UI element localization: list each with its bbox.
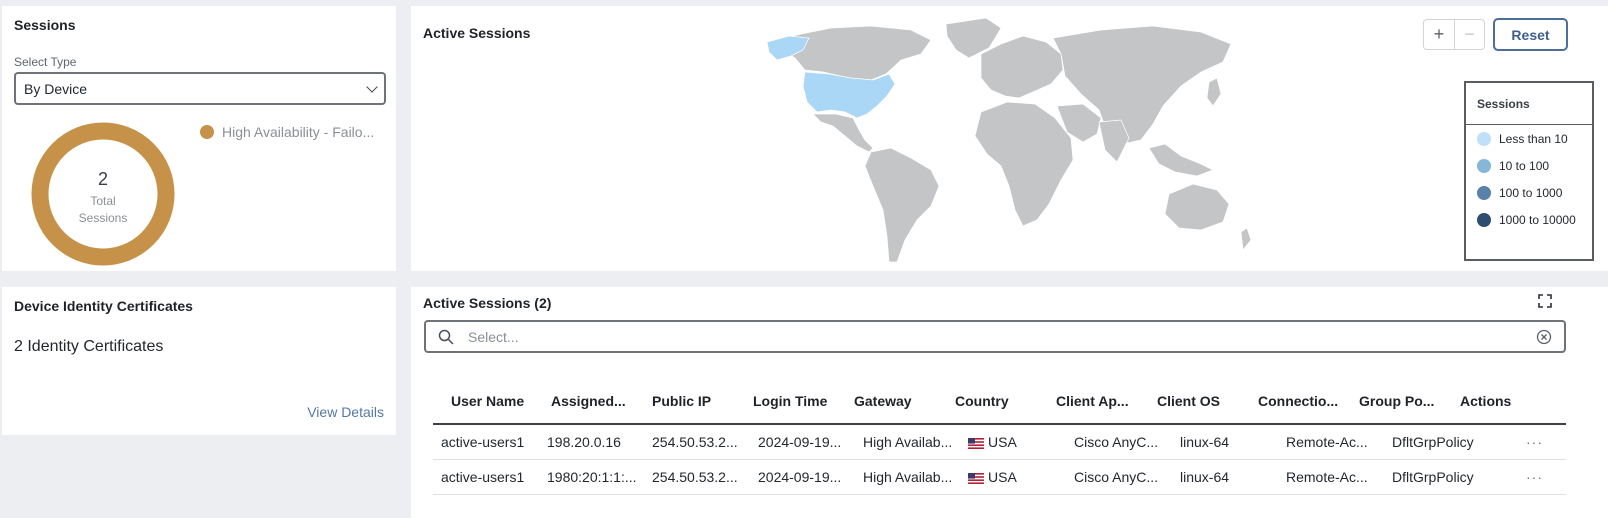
cell-public-ip: 254.50.53.2... bbox=[652, 434, 738, 450]
column-header-group-policy[interactable]: Group Po... bbox=[1341, 393, 1442, 409]
select-type-dropdown[interactable]: By Device bbox=[14, 72, 386, 105]
map-legend-label: 1000 to 10000 bbox=[1499, 212, 1576, 227]
column-header-country[interactable]: Country bbox=[937, 393, 1038, 409]
map-region-new-zealand bbox=[1240, 227, 1252, 251]
table-title: Active Sessions (2) bbox=[423, 295, 552, 311]
map-legend-label: Less than 10 bbox=[1499, 131, 1568, 146]
map-region-south-america bbox=[864, 147, 940, 263]
cell-connection: Remote-Ac... bbox=[1286, 434, 1368, 450]
sessions-donut-chart: 2 Total Sessions bbox=[30, 121, 184, 266]
cell-group-policy: DfltGrpPolicy bbox=[1392, 434, 1474, 450]
sessions-card: Sessions Select Type By Device 2 Total S… bbox=[2, 6, 396, 271]
select-type-label: Select Type bbox=[14, 55, 77, 69]
column-header-assigned[interactable]: Assigned... bbox=[533, 393, 634, 409]
map-region-mexico bbox=[812, 113, 874, 153]
map-legend-item: Less than 10 bbox=[1466, 125, 1592, 152]
search-bar bbox=[424, 320, 1566, 353]
donut-label-line2: Sessions bbox=[79, 211, 128, 225]
donut-legend-item[interactable]: High Availability - Failo... bbox=[200, 124, 374, 140]
country-name: USA bbox=[988, 434, 1017, 450]
column-header-actions: Actions bbox=[1460, 393, 1512, 409]
expand-icon[interactable] bbox=[1538, 294, 1552, 308]
clear-icon[interactable] bbox=[1536, 329, 1552, 345]
map-legend-item: 1000 to 10000 bbox=[1466, 206, 1592, 233]
map-region-australia bbox=[1164, 183, 1230, 231]
column-header-connection[interactable]: Connectio... bbox=[1240, 393, 1341, 409]
cell-client-os: linux-64 bbox=[1180, 434, 1230, 450]
row-actions-menu[interactable]: ··· bbox=[1490, 469, 1566, 485]
cell-assigned: 1980:20:1:1:... bbox=[547, 469, 637, 485]
legend-dot-icon bbox=[1477, 212, 1491, 227]
map-region-europe bbox=[980, 35, 1064, 99]
column-header-client-os[interactable]: Client OS bbox=[1139, 393, 1240, 409]
world-map[interactable] bbox=[761, 14, 1261, 266]
map-region-southeast-asia bbox=[1148, 143, 1214, 177]
cell-user-name: active-users1 bbox=[441, 469, 525, 485]
search-input[interactable] bbox=[468, 328, 1522, 345]
legend-dot-icon bbox=[200, 125, 214, 139]
map-title: Active Sessions bbox=[423, 25, 531, 41]
table-row[interactable]: active-users1 198.20.0.16 254.50.53.2...… bbox=[433, 425, 1566, 460]
active-sessions-table-card: Active Sessions (2) User Name Assigned..… bbox=[411, 287, 1608, 518]
cell-connection: Remote-Ac... bbox=[1286, 469, 1368, 485]
zoom-out-button[interactable]: − bbox=[1454, 20, 1484, 49]
cell-client-os: linux-64 bbox=[1180, 469, 1230, 485]
select-type-value: By Device bbox=[24, 80, 88, 97]
identity-certificates-count: 2 Identity Certificates bbox=[14, 338, 164, 355]
table-row[interactable]: active-users1 1980:20:1:1:... 254.50.53.… bbox=[433, 460, 1566, 495]
column-header-user-name[interactable]: User Name bbox=[433, 393, 533, 409]
sessions-table: User Name Assigned... Public IP Login Ti… bbox=[433, 379, 1566, 495]
active-sessions-map-card: Active Sessions + − Reset Sessions Less … bbox=[411, 6, 1608, 271]
column-header-client-app[interactable]: Client Ap... bbox=[1038, 393, 1139, 409]
map-legend: Sessions Less than 10 10 to 100 100 to 1… bbox=[1464, 81, 1594, 261]
cell-country: USA bbox=[960, 434, 1066, 450]
map-zoom-controls: + − bbox=[1423, 19, 1485, 50]
map-legend-label: 100 to 1000 bbox=[1499, 185, 1563, 200]
map-region-usa-highlighted bbox=[802, 71, 896, 119]
cell-group-policy: DfltGrpPolicy bbox=[1392, 469, 1474, 485]
map-legend-title: Sessions bbox=[1466, 83, 1592, 125]
country-name: USA bbox=[988, 469, 1017, 485]
table-header-row: User Name Assigned... Public IP Login Ti… bbox=[433, 379, 1566, 425]
column-header-gateway[interactable]: Gateway bbox=[836, 393, 937, 409]
us-flag-icon bbox=[968, 472, 984, 484]
cell-country: USA bbox=[960, 469, 1066, 485]
sessions-title: Sessions bbox=[14, 17, 76, 33]
cell-public-ip: 254.50.53.2... bbox=[652, 469, 738, 485]
device-identity-certificates-card: Device Identity Certificates 2 Identity … bbox=[2, 287, 396, 435]
cert-card-title: Device Identity Certificates bbox=[14, 298, 193, 314]
legend-dot-icon bbox=[1477, 185, 1491, 200]
cell-login-time: 2024-09-19... bbox=[758, 469, 842, 485]
map-legend-item: 100 to 1000 bbox=[1466, 179, 1592, 206]
map-region-africa bbox=[974, 101, 1074, 227]
column-header-public-ip[interactable]: Public IP bbox=[634, 393, 735, 409]
zoom-in-button[interactable]: + bbox=[1424, 20, 1454, 49]
view-details-link[interactable]: View Details bbox=[307, 404, 384, 420]
map-legend-label: 10 to 100 bbox=[1499, 158, 1550, 173]
cell-gateway: High Availab... bbox=[863, 434, 953, 450]
column-header-login-time[interactable]: Login Time bbox=[735, 393, 836, 409]
cell-client-app: Cisco AnyC... bbox=[1074, 469, 1159, 485]
donut-total-value: 2 bbox=[98, 169, 108, 189]
map-legend-item: 10 to 100 bbox=[1466, 152, 1592, 179]
cell-client-app: Cisco AnyC... bbox=[1074, 434, 1159, 450]
legend-dot-icon bbox=[1477, 158, 1491, 173]
cell-assigned: 198.20.0.16 bbox=[547, 434, 621, 450]
chevron-down-icon bbox=[366, 80, 378, 93]
cell-login-time: 2024-09-19... bbox=[758, 434, 842, 450]
donut-legend-label: High Availability - Failo... bbox=[222, 124, 375, 140]
legend-dot-icon bbox=[1477, 131, 1491, 146]
donut-label-line1: Total bbox=[90, 194, 115, 208]
reset-button[interactable]: Reset bbox=[1493, 18, 1568, 51]
search-icon bbox=[438, 329, 454, 345]
cell-user-name: active-users1 bbox=[441, 434, 525, 450]
us-flag-icon bbox=[968, 437, 984, 449]
cell-gateway: High Availab... bbox=[863, 469, 953, 485]
row-actions-menu[interactable]: ··· bbox=[1490, 434, 1566, 450]
map-region-japan bbox=[1206, 77, 1222, 107]
